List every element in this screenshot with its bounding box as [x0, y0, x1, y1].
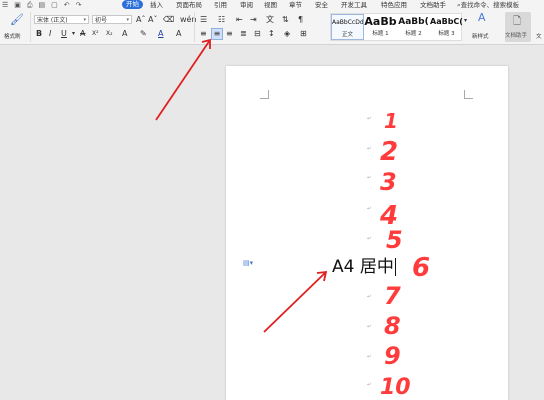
handwritten-number: 3 — [380, 168, 397, 196]
handwritten-number: 2 — [380, 137, 398, 167]
arrow-to-text — [263, 270, 328, 333]
handwritten-number: 8 — [384, 312, 401, 340]
arrow-to-center-button — [155, 38, 211, 121]
handwritten-number: 7 — [384, 282, 401, 310]
handwritten-number: 1 — [384, 109, 398, 133]
handwritten-number: 10 — [380, 375, 411, 400]
handwritten-number: 5 — [386, 226, 403, 254]
handwritten-number: 9 — [384, 342, 401, 370]
annotation-overlay: 12345678910 — [155, 38, 430, 400]
handwritten-number: 6 — [412, 253, 430, 283]
